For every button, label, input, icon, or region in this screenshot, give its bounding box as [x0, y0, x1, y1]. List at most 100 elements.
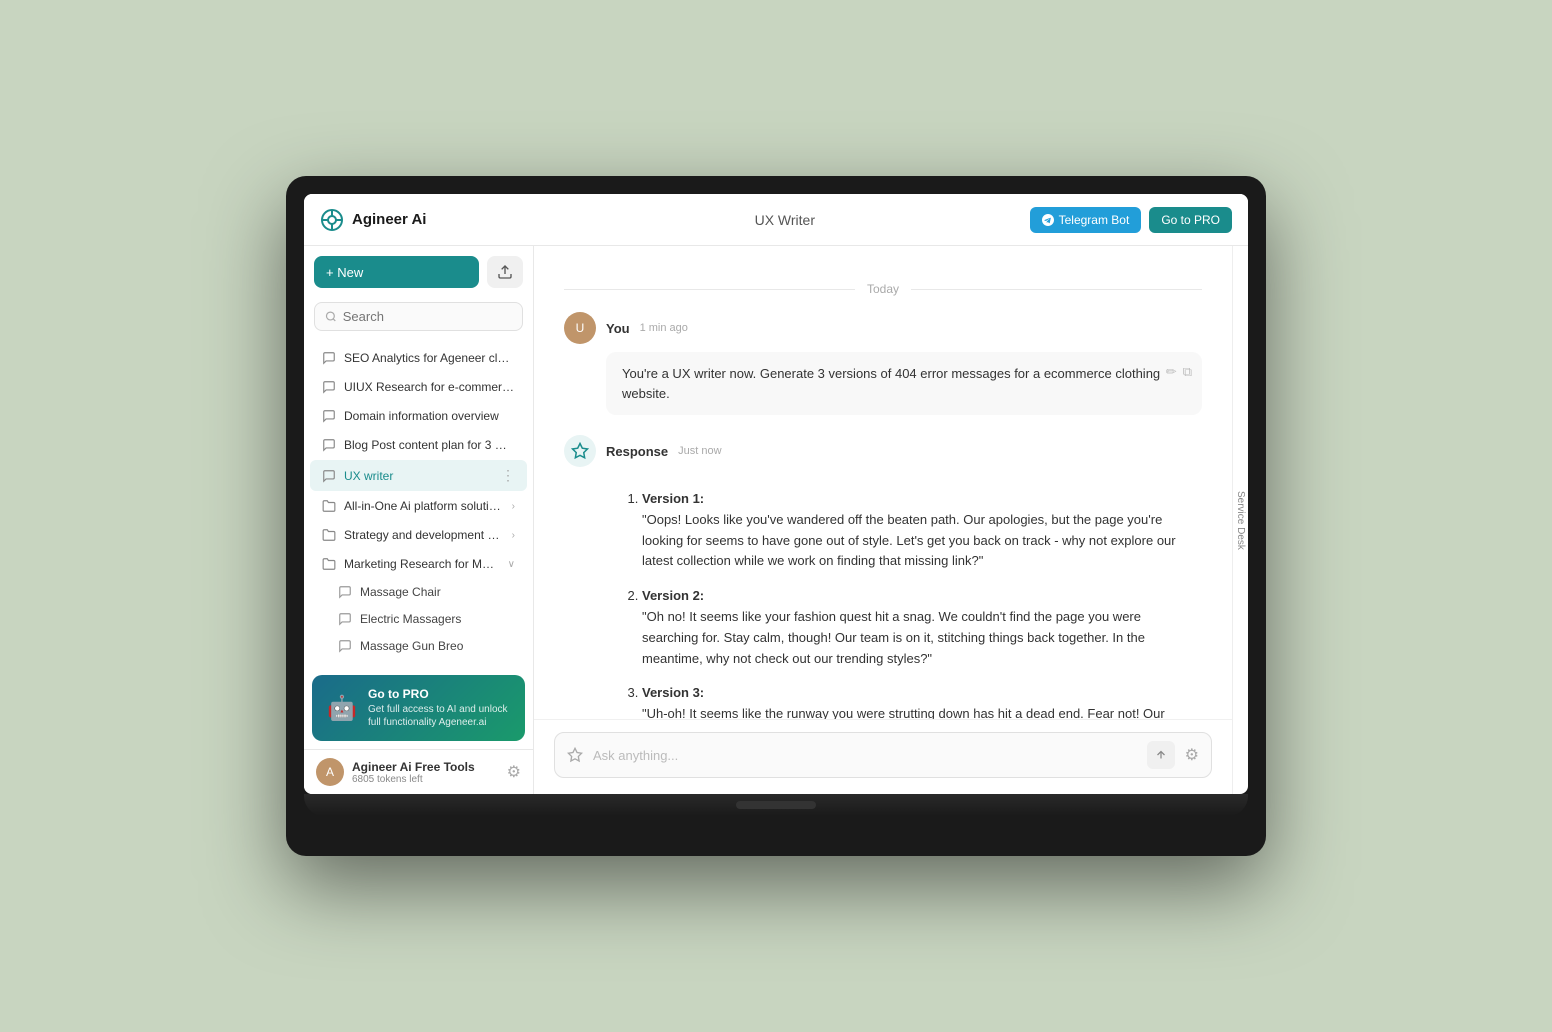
chevron-down-icon: ∨ [508, 559, 515, 570]
header: Agineer Ai UX Writer Telegram Bot Go to … [304, 194, 1248, 246]
chat-messages: Today U You 1 min ago [534, 246, 1232, 719]
telegram-bot-button[interactable]: Telegram Bot [1030, 207, 1142, 233]
user-message-text: You're a UX writer now. Generate 3 versi… [622, 366, 1160, 401]
chat-input-area: ⚙ [534, 719, 1232, 794]
ai-sender-name: Response [606, 444, 668, 459]
chat-area: Today U You 1 min ago [534, 246, 1232, 794]
new-chat-button[interactable]: + New [314, 256, 479, 288]
response-version-3: Version 3: "Uh-oh! It seems like the run… [642, 683, 1184, 719]
sidebar-item-label-ux: UX writer [344, 469, 493, 483]
sub-chat-icon-1 [338, 585, 352, 599]
chat-input-box[interactable]: ⚙ [554, 732, 1212, 778]
app-logo-text: Agineer Ai [352, 211, 426, 228]
search-input-wrap[interactable] [314, 302, 523, 331]
sidebar-user: A Agineer Ai Free Tools 6805 tokens left… [304, 749, 533, 794]
sub-item-neck[interactable]: Neck Massager Breo Ineck3... [326, 660, 527, 667]
response-list: Version 1: "Oops! Looks like you've wand… [624, 489, 1184, 719]
chat-icon-2 [322, 380, 336, 394]
chat-input[interactable] [593, 748, 1137, 763]
service-desk-label: Service Desk [1235, 491, 1246, 550]
go-to-pro-header-button[interactable]: Go to PRO [1149, 207, 1232, 233]
input-ai-icon [567, 747, 583, 763]
sub-item-label-gun: Massage Gun Breo [360, 639, 463, 653]
ai-response-group: Response Just now Version 1: "Oops! Look… [564, 435, 1202, 719]
sidebar-list: SEO Analytics for Ageneer clou... UIUX R… [304, 339, 533, 667]
version-3-text: "Uh-oh! It seems like the runway you wer… [642, 706, 1172, 719]
sidebar-item-seo[interactable]: SEO Analytics for Ageneer clou... [310, 344, 527, 372]
user-message-group: U You 1 min ago You're a UX writer now. … [564, 312, 1202, 415]
sub-chat-icon-3 [338, 639, 352, 653]
version-1-text: "Oops! Looks like you've wandered off th… [642, 512, 1176, 569]
sidebar-item-marketing[interactable]: Marketing Research for Mass... ∨ [310, 550, 527, 578]
divider-line-left [564, 289, 855, 290]
user-tokens: 6805 tokens left [352, 774, 499, 785]
sidebar-item-blog[interactable]: Blog Post content plan for 3 mo... [310, 431, 527, 459]
sidebar-item-label: SEO Analytics for Ageneer clou... [344, 351, 515, 365]
copy-icon[interactable]: ⧉ [1183, 362, 1192, 382]
user-sender-name: You [606, 321, 630, 336]
sidebar-item-label-blog: Blog Post content plan for 3 mo... [344, 438, 515, 452]
upload-button[interactable] [487, 256, 523, 288]
sub-item-gun[interactable]: Massage Gun Breo [326, 633, 527, 659]
ai-message-time: Just now [678, 445, 721, 457]
header-actions: Telegram Bot Go to PRO [1030, 207, 1232, 233]
user-message-bubble: You're a UX writer now. Generate 3 versi… [606, 352, 1202, 415]
logo-icon [320, 208, 344, 232]
ai-message-avatar [564, 435, 596, 467]
promo-title: Go to PRO [368, 687, 513, 701]
sidebar-item-label-marketing: Marketing Research for Mass... [344, 557, 500, 571]
telegram-btn-label: Telegram Bot [1059, 213, 1130, 227]
item-menu-icon[interactable]: ⋮ [501, 467, 515, 484]
promo-banner[interactable]: 🤖 Go to PRO Get full access to AI and un… [312, 675, 525, 741]
sidebar-item-domain[interactable]: Domain information overview [310, 402, 527, 430]
sidebar-item-strategy[interactable]: Strategy and development plan › [310, 521, 527, 549]
message-actions: ✏ ⧉ [1166, 362, 1192, 382]
user-info: Agineer Ai Free Tools 6805 tokens left [352, 760, 499, 785]
settings-icon[interactable]: ⚙ [507, 762, 521, 782]
response-version-2: Version 2: "Oh no! It seems like your fa… [642, 586, 1184, 669]
sub-items-list: Massage Chair Electric Massagers Massage… [304, 579, 533, 667]
version-1-title: Version 1: [642, 491, 704, 506]
sidebar-item-allinone[interactable]: All-in-One Ai platform solution... › [310, 492, 527, 520]
folder-icon-1 [322, 499, 336, 513]
ai-response-bubble: Version 1: "Oops! Looks like you've wand… [606, 475, 1202, 719]
response-version-1: Version 1: "Oops! Looks like you've wand… [642, 489, 1184, 572]
sub-item-electric[interactable]: Electric Massagers [326, 606, 527, 632]
chat-with-service: Today U You 1 min ago [534, 246, 1248, 794]
page-title: UX Writer [540, 212, 1030, 228]
promo-text-area: Go to PRO Get full access to AI and unlo… [368, 687, 513, 729]
sub-item-label-neck: Neck Massager Breo Ineck3... [360, 666, 515, 667]
upload-icon [497, 264, 513, 280]
promo-robot-icon: 🤖 [324, 690, 360, 726]
main-content: + New [304, 246, 1248, 794]
sidebar-item-ux-writer[interactable]: UX writer ⋮ [310, 460, 527, 491]
user-name: Agineer Ai Free Tools [352, 760, 499, 774]
sub-item-label-massage: Massage Chair [360, 585, 441, 599]
sidebar: + New [304, 246, 534, 794]
user-message-header: U You 1 min ago [564, 312, 1202, 344]
version-3-title: Version 3: [642, 685, 704, 700]
sidebar-item-label-2: UIUX Research for e-commerc... [344, 380, 515, 394]
sub-item-massage-chair[interactable]: Massage Chair [326, 579, 527, 605]
version-2-title: Version 2: [642, 588, 704, 603]
chat-icon-4 [322, 438, 336, 452]
search-area [304, 298, 533, 339]
input-settings-icon[interactable]: ⚙ [1185, 745, 1199, 765]
sidebar-item-uiux[interactable]: UIUX Research for e-commerc... [310, 373, 527, 401]
user-message-time: 1 min ago [640, 322, 688, 334]
search-input[interactable] [343, 309, 512, 324]
service-desk[interactable]: Service Desk [1232, 246, 1248, 794]
divider-line-right [911, 289, 1202, 290]
chevron-right-icon: › [512, 501, 515, 512]
chat-icon-3 [322, 409, 336, 423]
chevron-right-icon-2: › [512, 530, 515, 541]
ai-logo-icon [571, 442, 589, 460]
edit-icon[interactable]: ✏ [1166, 362, 1177, 382]
logo-area: Agineer Ai [320, 208, 540, 232]
send-button[interactable] [1147, 741, 1175, 769]
sidebar-item-label-strategy: Strategy and development plan [344, 528, 504, 542]
date-divider: Today [564, 282, 1202, 296]
folder-icon-2 [322, 528, 336, 542]
chat-icon [322, 351, 336, 365]
search-icon [325, 310, 337, 323]
